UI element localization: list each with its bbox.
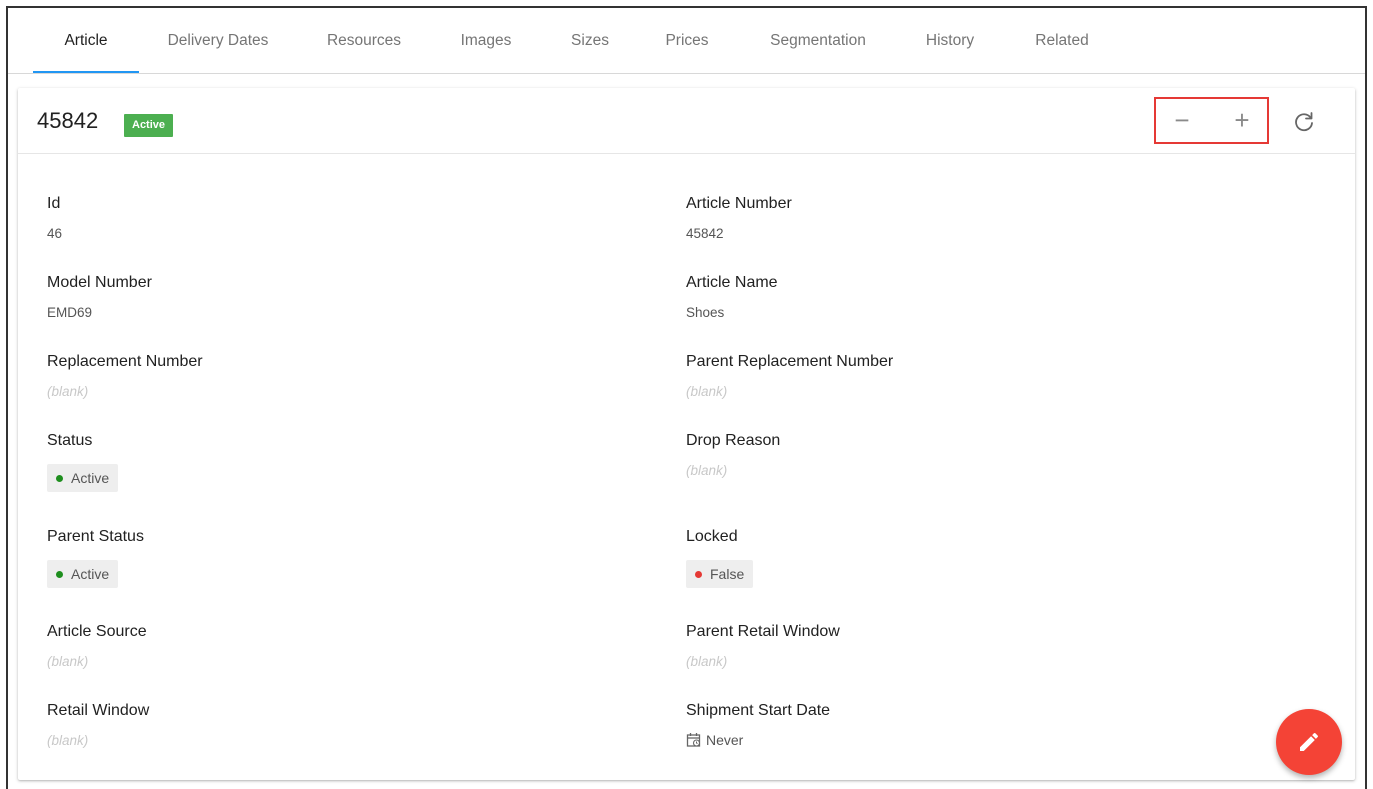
- field-label: Id: [47, 195, 61, 212]
- field-value: Active: [71, 566, 110, 582]
- field-value: (blank): [686, 384, 728, 399]
- field-value: (blank): [686, 463, 728, 478]
- tab-related[interactable]: Related: [1022, 8, 1102, 74]
- field-article-number: Article Number 45842: [686, 195, 792, 241]
- article-detail-card: 45842 Active − + Id 46 Model Number EMD6…: [18, 88, 1355, 780]
- field-label: Parent Status: [47, 528, 144, 545]
- field-value: False: [710, 566, 745, 582]
- field-value: Active: [71, 470, 110, 486]
- status-dot-icon: [695, 571, 702, 578]
- field-label: Article Name: [686, 274, 778, 291]
- pencil-icon: [1300, 732, 1319, 751]
- field-label: Status: [47, 432, 93, 449]
- field-label: Parent Replacement Number: [686, 353, 894, 370]
- field-shipment-start-date: Shipment Start Date Never: [686, 702, 830, 748]
- tab-history[interactable]: History: [912, 8, 988, 74]
- active-tab-indicator: [33, 71, 139, 73]
- field-value: 46: [47, 226, 63, 241]
- field-parent-status: Parent Status Active: [47, 528, 144, 588]
- card-header: 45842 Active − +: [18, 88, 1355, 154]
- calendar-icon: [686, 733, 701, 747]
- field-label: Model Number: [47, 274, 152, 291]
- tab-bar: Article Delivery Dates Resources Images …: [8, 8, 1365, 74]
- tab-sizes[interactable]: Sizes: [560, 8, 620, 74]
- field-value: (blank): [47, 654, 89, 669]
- status-dot-icon: [56, 475, 63, 482]
- locked-pill: False: [686, 560, 754, 588]
- field-article-source: Article Source (blank): [47, 623, 147, 669]
- field-label: Article Source: [47, 623, 147, 640]
- zoom-controls: − +: [1154, 97, 1269, 144]
- field-label: Retail Window: [47, 702, 150, 719]
- date-value-row: Never: [686, 732, 830, 748]
- minus-icon: −: [1174, 105, 1190, 135]
- zoom-out-button[interactable]: −: [1162, 105, 1202, 137]
- field-status: Status Active: [47, 432, 119, 492]
- edit-fab-button[interactable]: [1276, 709, 1342, 775]
- field-parent-replacement-number: Parent Replacement Number (blank): [686, 353, 893, 399]
- refresh-icon: [1295, 112, 1313, 132]
- tab-images[interactable]: Images: [448, 8, 524, 74]
- refresh-button[interactable]: [1288, 106, 1320, 138]
- field-value: (blank): [47, 384, 89, 399]
- field-value: (blank): [47, 733, 89, 748]
- tab-segmentation[interactable]: Segmentation: [758, 8, 878, 74]
- status-dot-icon: [56, 571, 63, 578]
- field-drop-reason: Drop Reason (blank): [686, 432, 780, 478]
- field-value: 45842: [686, 226, 724, 241]
- page-title: 45842: [37, 108, 99, 133]
- field-parent-retail-window: Parent Retail Window (blank): [686, 623, 840, 669]
- field-retail-window: Retail Window (blank): [47, 702, 149, 748]
- tab-prices[interactable]: Prices: [654, 8, 720, 74]
- field-value: Shoes: [686, 305, 725, 320]
- status-badge: Active: [124, 114, 174, 137]
- zoom-in-button[interactable]: +: [1222, 105, 1262, 137]
- field-model-number: Model Number EMD69: [47, 274, 152, 320]
- field-label: Drop Reason: [686, 432, 781, 449]
- app-frame: Article Delivery Dates Resources Images …: [6, 6, 1367, 789]
- tab-delivery-dates[interactable]: Delivery Dates: [154, 8, 282, 74]
- field-value: EMD69: [47, 305, 93, 320]
- field-replacement-number: Replacement Number (blank): [47, 353, 203, 399]
- field-label: Parent Retail Window: [686, 623, 840, 640]
- tab-resources[interactable]: Resources: [314, 8, 414, 74]
- plus-icon: +: [1234, 105, 1250, 135]
- parent-status-pill: Active: [47, 560, 119, 588]
- field-label: Shipment Start Date: [686, 702, 831, 719]
- status-pill: Active: [47, 464, 119, 492]
- field-label: Locked: [686, 528, 738, 545]
- field-value: (blank): [686, 654, 728, 669]
- field-value: Never: [706, 732, 744, 748]
- field-id: Id 46: [47, 195, 62, 241]
- field-article-name: Article Name Shoes: [686, 274, 778, 320]
- field-label: Replacement Number: [47, 353, 203, 370]
- tab-article[interactable]: Article: [33, 8, 139, 74]
- field-locked: Locked False: [686, 528, 754, 588]
- field-label: Article Number: [686, 195, 792, 212]
